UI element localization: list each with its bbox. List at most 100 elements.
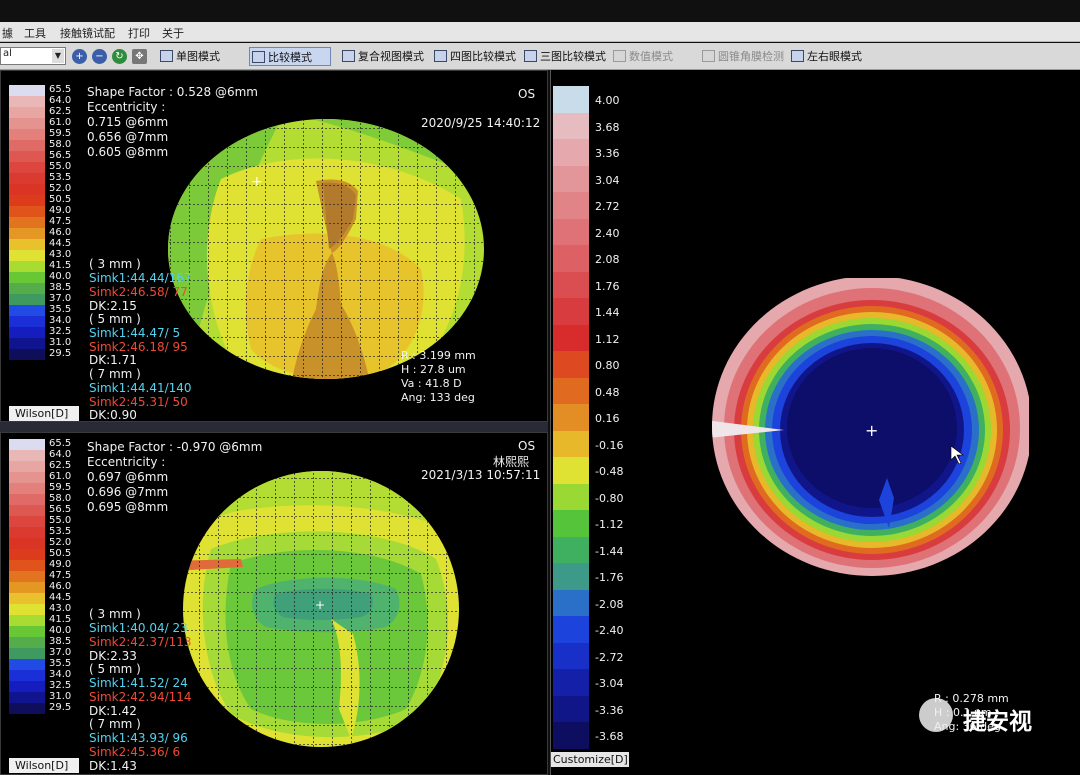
scale-value: 53.5 — [49, 172, 72, 183]
diff-scale-value: -0.80 — [595, 491, 624, 505]
diff-scale-value: 0.16 — [595, 412, 620, 425]
scale-swatch — [9, 151, 45, 162]
difference-map[interactable]: + — [689, 278, 1029, 588]
single-view-button[interactable]: 单图模式 — [158, 47, 220, 66]
scale-value: 44.5 — [49, 592, 72, 603]
scale-value: 40.0 — [49, 271, 72, 282]
diff-scale-value: 0.80 — [595, 359, 620, 372]
four-map-compare-button[interactable]: 四图比较模式 — [432, 47, 516, 66]
zone-5mm-label-bottom: ( 5 mm ) — [89, 662, 141, 676]
difference-map-panel[interactable]: 4.00 3.68 3.36 3.04 2.72 2.40 2.08 1.76 1.44 1.12… — [550, 70, 1080, 775]
diff-scale-value: -3.68 — [595, 730, 624, 743]
scale-swatch — [9, 648, 45, 659]
scale-value: 38.5 — [49, 282, 72, 293]
diff-scale-row: -0.48 — [553, 457, 643, 484]
zoom-out-icon[interactable]: − — [92, 49, 107, 64]
scale-swatch — [9, 461, 45, 472]
diff-scale-row: 0.48 — [553, 377, 643, 404]
left-right-eye-button[interactable]: 左右眼模式 — [789, 47, 862, 66]
simk2-3mm-top: Simk2:46.58/ 77 — [89, 285, 188, 299]
diff-scale-swatch — [553, 404, 589, 431]
shape-factor-bottom: Shape Factor : -0.970 @6mm — [87, 440, 263, 454]
diff-scale-value: -0.48 — [595, 465, 624, 478]
zoom-in-icon[interactable]: + — [72, 49, 87, 64]
scale-value: 40.0 — [49, 625, 72, 636]
scale-value: 59.5 — [49, 128, 72, 139]
bottom-map-panel[interactable]: 65.5 64.0 62.5 61.0 59.5 58.0 56.5 55.0 53.5 52.0… — [0, 432, 548, 775]
menu-item-print[interactable]: 打印 — [128, 25, 150, 41]
scale-swatch — [9, 250, 45, 261]
pointer-tool-icon[interactable]: ✥ — [132, 49, 147, 64]
simk2-5mm-bottom: Simk2:42.94/114 — [89, 690, 192, 704]
scale-value: 32.5 — [49, 326, 72, 337]
three-map-compare-button[interactable]: 三图比较模式 — [522, 47, 606, 66]
scale-value: 56.5 — [49, 150, 72, 161]
menu-item-contact-lens[interactable]: 接触镜试配 — [60, 25, 115, 41]
color-scale-bottom: 65.5 64.0 62.5 61.0 59.5 58.0 56.5 55.0 53.5 52.0… — [9, 438, 75, 714]
diff-scale-swatch — [553, 245, 589, 272]
scale-swatch — [9, 85, 45, 96]
top-map-panel[interactable]: 65.5 64.0 62.5 61.0 59.5 58.0 56.5 55.0 53.5 52.0… — [0, 70, 548, 422]
keratoconus-icon — [702, 50, 715, 62]
scale-value: 55.0 — [49, 515, 72, 526]
scale-value: 56.5 — [49, 504, 72, 515]
eccentricity-label-top: Eccentricity : — [87, 100, 166, 114]
compare-mode-button[interactable]: 比较模式 — [249, 47, 331, 66]
menu-item-tools[interactable]: 工具 — [24, 25, 46, 41]
diff-scale-row: -1.12 — [553, 510, 643, 537]
zone-3mm-label-bottom: ( 3 mm ) — [89, 607, 141, 621]
simk1-3mm-top: Simk1:44.44/167 — [89, 271, 192, 285]
difference-color-scale: 4.00 3.68 3.36 3.04 2.72 2.40 2.08 1.76 1.44 1.12… — [553, 86, 643, 749]
scale-value: 65.5 — [49, 438, 72, 449]
scale-swatch — [9, 228, 45, 239]
composite-view-button[interactable]: 复合视图模式 — [340, 47, 424, 66]
map-type-select[interactable]: al ▼ — [0, 47, 66, 65]
bottom-curvature-map[interactable]: + — [171, 469, 471, 759]
refresh-icon[interactable]: ↻ — [112, 49, 127, 64]
scale-swatch — [9, 239, 45, 250]
scale-value: 29.5 — [49, 348, 72, 359]
diff-scale-row: 2.08 — [553, 245, 643, 272]
scale-value: 37.0 — [49, 293, 72, 304]
scale-value: 62.5 — [49, 460, 72, 471]
scale-swatch — [9, 184, 45, 195]
scale-value: 47.5 — [49, 216, 72, 227]
diff-scale-swatch — [553, 377, 589, 404]
keratoconus-detect-button[interactable]: 圆锥角膜检测 — [700, 47, 784, 66]
scale-swatch — [9, 316, 45, 327]
diff-scale-swatch — [553, 510, 589, 537]
composite-view-label: 复合视图模式 — [358, 50, 424, 63]
scale-swatch — [9, 494, 45, 505]
diff-scale-row: -2.40 — [553, 616, 643, 643]
measure-h-top: H : 27.8 um — [401, 363, 466, 376]
diff-scale-swatch — [553, 642, 589, 669]
menu-item-about[interactable]: 关于 — [162, 25, 184, 41]
scale-value: 41.5 — [49, 614, 72, 625]
compare-mode-label: 比较模式 — [268, 51, 312, 64]
dk-7mm-top: DK:0.90 — [89, 408, 137, 422]
three-map-label: 三图比较模式 — [540, 50, 606, 63]
diff-scale-value: 2.40 — [595, 226, 620, 240]
scale-value: 64.0 — [49, 449, 72, 460]
scale-swatch — [9, 107, 45, 118]
diff-scale-value: -2.72 — [595, 650, 624, 664]
scale-swatch — [9, 560, 45, 571]
toolbar: al ▼ + − ↻ ✥ 单图模式 比较模式 复合视图模式 四图比较模式 三图比… — [0, 43, 1080, 70]
scale-value: 58.0 — [49, 139, 72, 150]
simk1-7mm-top: Simk1:44.41/140 — [89, 381, 192, 395]
scale-swatch — [9, 129, 45, 140]
menu-item-1[interactable]: 據 — [2, 25, 13, 41]
scale-swatch — [9, 549, 45, 560]
ecc-8mm-top: 0.605 @8mm — [87, 145, 169, 159]
diff-scale-value: 3.04 — [595, 173, 620, 187]
scale-swatch — [9, 538, 45, 549]
scale-value: 46.0 — [49, 227, 72, 238]
dk-3mm-top: DK:2.15 — [89, 299, 137, 313]
ecc-6mm-top: 0.715 @6mm — [87, 115, 169, 129]
chevron-down-icon[interactable]: ▼ — [52, 49, 64, 63]
diff-scale-row: 4.00 — [553, 86, 643, 113]
numeric-mode-button[interactable]: 数值模式 — [611, 47, 673, 66]
diff-scale-swatch — [553, 112, 589, 139]
scale-swatch — [9, 305, 45, 316]
simk2-7mm-bottom: Simk2:45.36/ 6 — [89, 745, 181, 759]
